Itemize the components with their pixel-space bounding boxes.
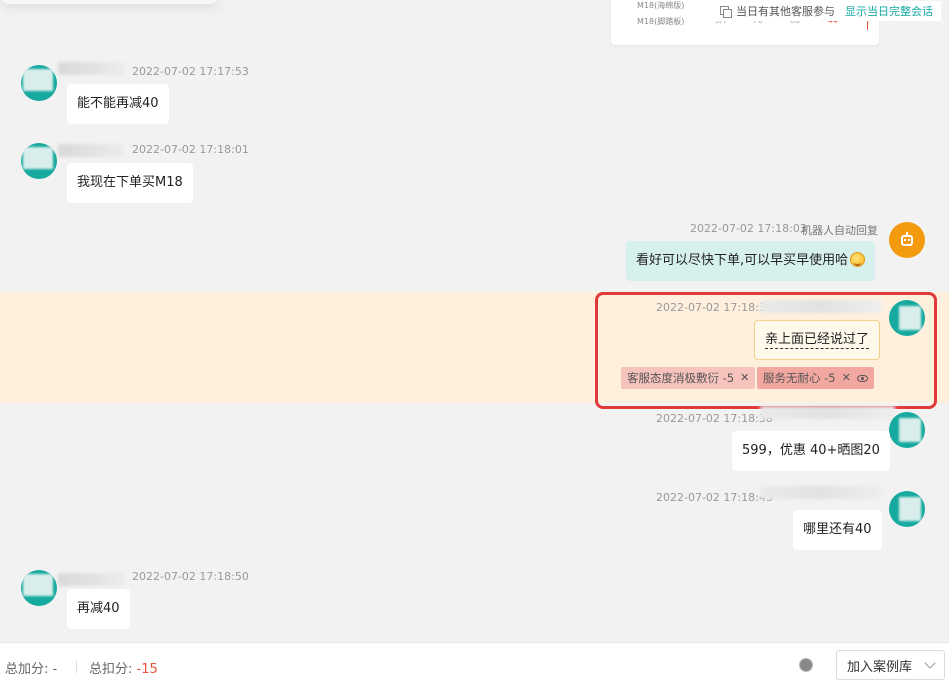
settings-icon[interactable] (800, 659, 812, 671)
customer-message-bubble: 能不能再减40 (67, 84, 169, 124)
total-deduction-value: -15 (136, 662, 158, 677)
robot-icon (899, 232, 915, 248)
smile-emoji-icon (850, 252, 866, 267)
customer-avatar (21, 65, 57, 101)
agent-name-blurred (760, 406, 895, 419)
customer-message-bubble: 我现在下单买M18 (67, 163, 193, 203)
total-deduction: 总扣分: -15 (89, 658, 158, 677)
product-row-1: M18(海绵版) (637, 1, 685, 10)
robot-message-bubble: 看好可以尽快下单,可以早买早使用哈 (626, 241, 876, 281)
agent-message-bubble: 哪里还有40 (793, 510, 882, 550)
message-time: 2022-07-02 17:17:53 (132, 65, 249, 78)
show-full-session-link[interactable]: 显示当日完整会话 (845, 3, 933, 19)
total-bonus-value: - (52, 662, 58, 677)
robot-message-text: 看好可以尽快下单,可以早买早使用哈 (636, 253, 849, 268)
customer-avatar (21, 570, 57, 606)
notice-text: 当日有其他客服参与 (736, 5, 835, 18)
agent-avatar (889, 491, 925, 527)
robot-avatar (889, 222, 925, 258)
total-bonus-label: 总加分: (5, 662, 49, 677)
score-bar: 总加分: - 总扣分: -15 加入案例库 (0, 642, 949, 685)
agent-avatar (889, 412, 925, 448)
score-divider (76, 661, 77, 673)
total-bonus: 总加分: - (5, 658, 57, 677)
agent-name-blurred (760, 486, 882, 499)
customer-name-blurred (58, 144, 124, 157)
customer-message-bubble: 再减40 (67, 589, 130, 629)
other-agent-notice: 当日有其他客服参与 显示当日完整会话 (714, 1, 941, 21)
copy-icon (720, 6, 732, 18)
agent-message-bubble: 599，优惠 40+晒图20 (732, 431, 890, 471)
customer-name-blurred (58, 573, 124, 586)
message-time: 2022-07-02 17:18:50 (132, 570, 249, 583)
product-row-2: M18(脚踏板) (637, 17, 685, 26)
chevron-down-icon (924, 657, 936, 669)
customer-name-blurred (58, 62, 124, 75)
previous-panel-edge (0, 0, 220, 4)
add-to-case-library-label: 加入案例库 (847, 659, 913, 675)
add-to-case-library-button[interactable]: 加入案例库 (836, 650, 945, 680)
message-time: 2022-07-02 17:18:03 (690, 222, 807, 235)
customer-avatar (21, 143, 57, 179)
total-deduction-label: 总扣分: (89, 662, 133, 677)
annotation-frame (595, 292, 937, 409)
robot-auto-reply-label: 机器人自动回复 (801, 224, 878, 237)
message-time: 2022-07-02 17:18:38 (656, 412, 773, 425)
message-time: 2022-07-02 17:18:43 (656, 491, 773, 504)
message-time: 2022-07-02 17:18:01 (132, 143, 249, 156)
